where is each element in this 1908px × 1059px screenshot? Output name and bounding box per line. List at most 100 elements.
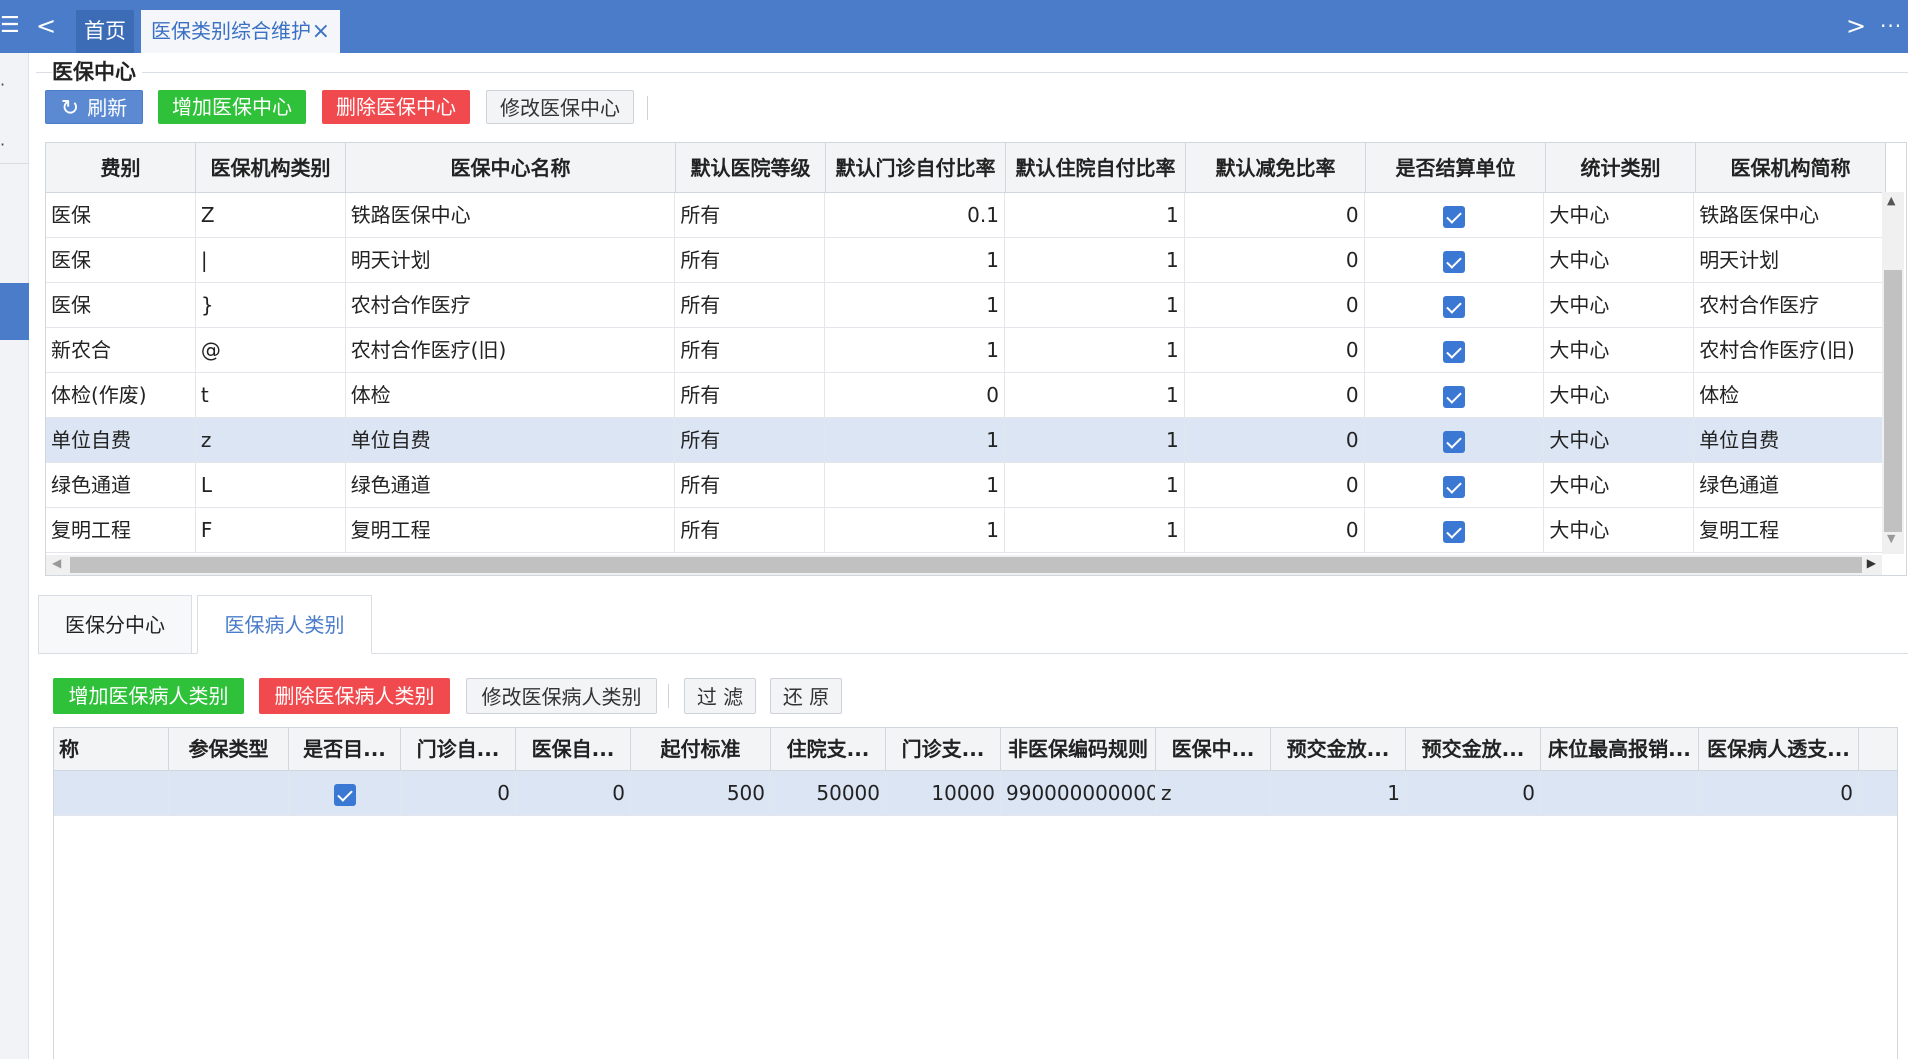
table-cell: 绿色通道 (1694, 463, 1884, 508)
column-header[interactable]: 门诊支... (886, 728, 1001, 771)
table-row[interactable]: 0 0 500 50000 10000 990000000000 z 1 0 0 (54, 771, 1897, 816)
column-header[interactable]: 默认减免比率 (1186, 143, 1366, 193)
table-cell: 1 (825, 508, 1005, 553)
scroll-up-icon[interactable]: ▲ (1887, 194, 1895, 207)
settlement-checkbox[interactable] (1442, 520, 1465, 543)
column-header[interactable]: 预交金放... (1271, 728, 1406, 771)
table-cell: 体检 (1694, 373, 1884, 418)
settlement-checkbox[interactable] (1442, 295, 1465, 318)
edit-center-button[interactable]: 修改医保中心 (486, 90, 634, 124)
settlement-checkbox[interactable] (1442, 250, 1465, 273)
table-cell: 0 (1185, 463, 1365, 508)
column-header[interactable]: 医保机构简称 (1696, 143, 1886, 193)
tab-sub-center[interactable]: 医保分中心 (38, 595, 192, 654)
column-header[interactable]: 是否目... (289, 728, 401, 771)
rail-selected-item[interactable] (0, 283, 29, 340)
column-header[interactable]: 住院支... (771, 728, 886, 771)
column-header[interactable]: 预交金放... (1406, 728, 1541, 771)
table-cell: 所有 (675, 418, 826, 463)
table-row[interactable]: 医保 | 明天计划 所有 1 1 0 大中心 明天计划 (46, 238, 1884, 283)
table-cell: 体检(作废) (46, 373, 196, 418)
center-grid-vscroll[interactable]: ▲ ▼ (1882, 192, 1904, 554)
table-cell: 农村合作医疗 (346, 283, 676, 328)
column-header[interactable]: 床位最高报销... (1541, 728, 1699, 771)
add-center-button[interactable]: 增加医保中心 (158, 90, 306, 124)
scroll-left-icon[interactable]: ◀ (52, 556, 61, 570)
vscroll-thumb[interactable] (1884, 270, 1902, 532)
table-row[interactable]: 新农合 @ 农村合作医疗(旧) 所有 1 1 0 大中心 农村合作医疗(旧) (46, 328, 1884, 373)
table-row[interactable]: 医保} 农村合作医疗 所有 1 1 0 大中心 农村合作医疗 (46, 283, 1884, 328)
settlement-checkbox[interactable] (1442, 475, 1465, 498)
close-icon[interactable]: × (312, 10, 330, 53)
column-header[interactable]: 统计类别 (1546, 143, 1696, 193)
table-cell: 所有 (675, 508, 826, 553)
section-title: 医保中心 (52, 60, 142, 84)
tab-home[interactable]: 首页 (76, 10, 134, 53)
tab-medical-insurance-maintenance[interactable]: 医保类别综合维护 × (141, 10, 340, 53)
table-cell (54, 771, 169, 816)
scroll-right-icon[interactable]: ▶ (1867, 556, 1876, 570)
table-cell: 1 (825, 283, 1005, 328)
edit-patient-category-button[interactable]: 修改医保病人类别 (466, 678, 657, 714)
table-row[interactable]: 绿色通道 L 绿色通道 所有 1 1 0 大中心 绿色通道 (46, 463, 1884, 508)
table-cell (1365, 283, 1545, 328)
column-header[interactable]: 门诊自... (401, 728, 516, 771)
center-grid-hscroll[interactable]: ◀ ▶ (46, 555, 1882, 575)
table-cell (1365, 238, 1545, 283)
chevron-left-icon[interactable]: < (36, 12, 56, 40)
column-header[interactable]: 非医保编码规则 (1001, 728, 1156, 771)
table-row[interactable]: 复明工程 F 复明工程 所有 1 1 0 大中心 复明工程 (46, 508, 1884, 553)
column-header[interactable]: 费别 (46, 143, 196, 193)
table-cell: 铁路医保中心 (346, 193, 676, 238)
more-icon[interactable]: ··· (1880, 12, 1902, 40)
table-row[interactable]: 医保 Z 铁路医保中心 所有 0.1 1 0 大中心 铁路医保中心 (46, 193, 1884, 238)
add-patient-category-button[interactable]: 增加医保病人类别 (53, 678, 244, 714)
column-header[interactable]: 是否结算单位 (1366, 143, 1546, 193)
column-header[interactable]: 默认医院等级 (676, 143, 826, 193)
column-header[interactable]: 医保病人透支... (1699, 728, 1859, 771)
column-header[interactable]: 参保类型 (169, 728, 289, 771)
rail-dot-icon: · (0, 75, 6, 94)
table-row[interactable]: 单位自费 z 单位自费 所有 1 1 0 大中心 单位自费 (46, 418, 1884, 463)
directory-checkbox[interactable] (333, 783, 356, 806)
filter-button[interactable]: 过 滤 (684, 678, 756, 714)
table-cell: 医保 (46, 193, 196, 238)
tab-patient-category[interactable]: 医保病人类别 (197, 595, 372, 654)
column-header[interactable]: 起付标准 (631, 728, 771, 771)
table-cell (289, 771, 401, 816)
hscroll-thumb[interactable] (70, 557, 1862, 573)
table-cell: 0 (1185, 238, 1365, 283)
table-cell: 铁路医保中心 (1694, 193, 1884, 238)
center-grid-header: 费别 医保机构类别 医保中心名称 默认医院等级 默认门诊自付比率 默认住院自付比率 默认减免… (46, 143, 1886, 193)
menu-icon[interactable]: ☰ (0, 14, 20, 38)
chevron-right-icon[interactable]: > (1846, 12, 1866, 40)
settlement-checkbox[interactable] (1442, 205, 1465, 228)
table-cell: L (196, 463, 346, 508)
table-cell: 1 (1005, 193, 1185, 238)
restore-button[interactable]: 还 原 (770, 678, 842, 714)
column-header[interactable]: 医保中... (1156, 728, 1271, 771)
settlement-checkbox[interactable] (1442, 385, 1465, 408)
table-cell (169, 771, 289, 816)
table-cell: 500 (631, 771, 771, 816)
delete-center-button[interactable]: 删除医保中心 (322, 90, 470, 124)
column-header[interactable]: 医保机构类别 (196, 143, 346, 193)
table-cell: 医保 (46, 238, 196, 283)
column-header[interactable]: 医保自... (516, 728, 631, 771)
delete-patient-category-button[interactable]: 删除医保病人类别 (259, 678, 450, 714)
table-cell: 大中心 (1544, 508, 1695, 553)
table-cell (1365, 463, 1545, 508)
table-cell: 1 (1005, 418, 1185, 463)
column-header[interactable]: 默认住院自付比率 (1006, 143, 1186, 193)
settlement-checkbox[interactable] (1442, 340, 1465, 363)
column-header[interactable]: 医保中心名称 (346, 143, 676, 193)
column-header[interactable]: 默认门诊自付比率 (826, 143, 1006, 193)
column-header[interactable]: 称 (54, 728, 169, 771)
table-row[interactable]: 体检(作废) t 体检 所有 0 1 0 大中心 体检 (46, 373, 1884, 418)
table-cell: 明天计划 (1694, 238, 1884, 283)
table-cell: 所有 (675, 238, 826, 283)
table-cell: 所有 (675, 193, 826, 238)
scroll-down-icon[interactable]: ▼ (1887, 532, 1895, 545)
settlement-checkbox[interactable] (1442, 430, 1465, 453)
refresh-button[interactable]: ↻ 刷新 (45, 90, 143, 124)
